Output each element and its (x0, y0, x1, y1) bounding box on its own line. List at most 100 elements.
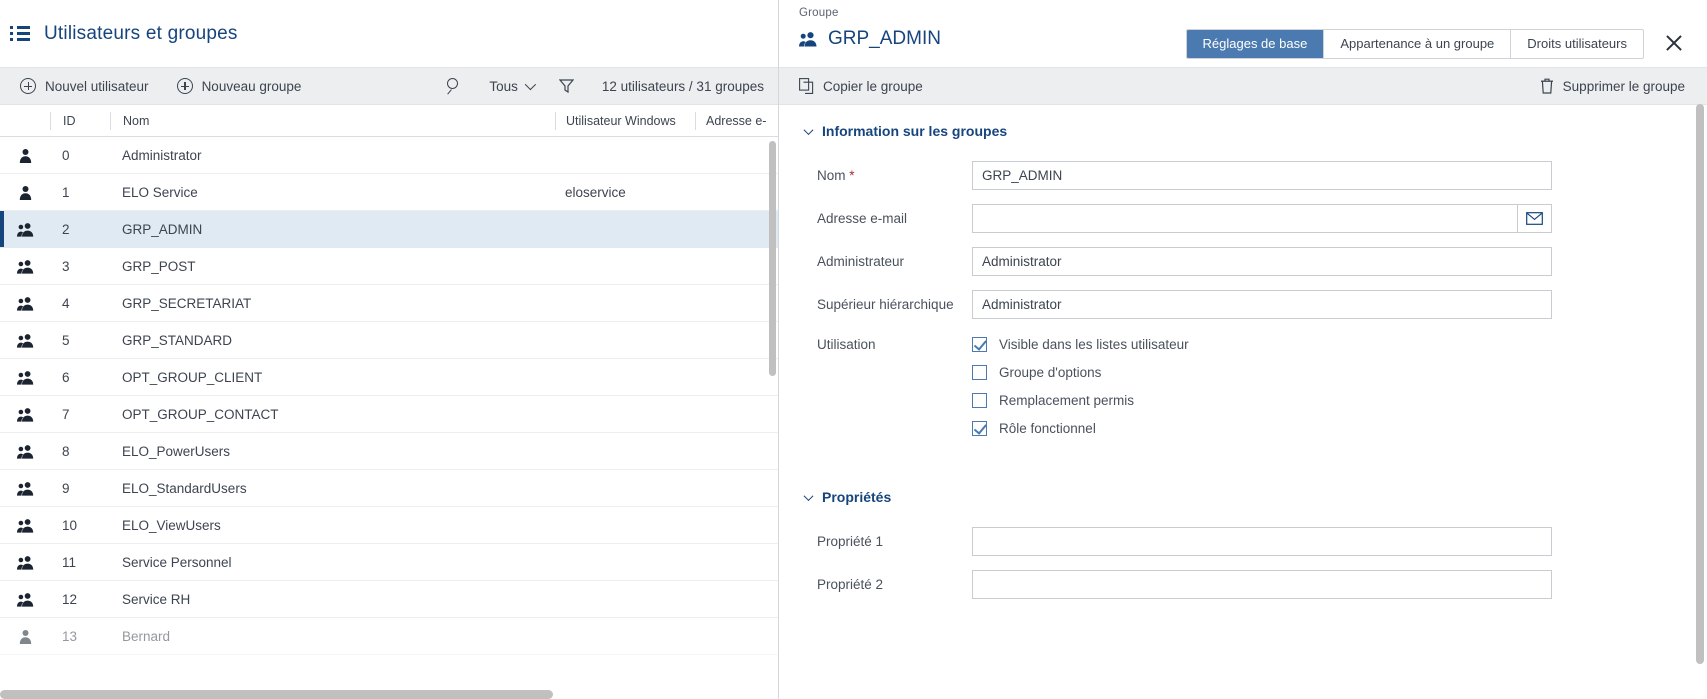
cell-name: ELO Service (122, 184, 198, 200)
row-type-icon (0, 481, 50, 496)
group-icon (16, 370, 33, 385)
chevron-down-icon (524, 78, 536, 91)
table-row[interactable]: 1 ELO Service eloservice (0, 174, 778, 211)
detail-toolbar: Copier le groupe Supprimer le groupe (779, 67, 1707, 105)
cell-id: 10 (62, 517, 78, 533)
copy-group-label: Copier le groupe (823, 78, 923, 94)
field-input[interactable] (972, 570, 1552, 599)
row-type-icon (0, 444, 50, 459)
table-row[interactable]: 8 ELO_PowerUsers (0, 433, 778, 470)
chevron-down-icon (803, 124, 814, 135)
checkbox[interactable] (972, 393, 987, 408)
section-title: Propriétés (822, 489, 892, 505)
field-input[interactable] (972, 290, 1552, 319)
cell-id: 9 (62, 480, 70, 496)
detail-form: Information sur les groupes Nom * Adresse … (779, 105, 1707, 699)
checkbox-item[interactable]: Remplacement permis (972, 393, 1189, 408)
table-row[interactable]: 12 Service RH (0, 581, 778, 618)
field-input[interactable] (972, 527, 1552, 556)
cell-id: 12 (62, 591, 78, 607)
cell-name: GRP_POST (122, 258, 196, 274)
cell-id: 7 (62, 406, 70, 422)
cell-id: 2 (62, 221, 70, 237)
table-row[interactable]: 11 Service Personnel (0, 544, 778, 581)
column-header-email[interactable]: Adresse e- (695, 111, 775, 130)
filter-button[interactable] (545, 68, 588, 104)
users-groups-panel: Utilisateurs et groupes Nouvel utilisate… (0, 0, 779, 699)
column-header-icon[interactable] (0, 112, 50, 130)
cell-name: Administrator (122, 147, 202, 163)
table-row[interactable]: 4 GRP_SECRETARIAT (0, 285, 778, 322)
left-horizontal-scrollbar[interactable] (0, 690, 770, 699)
checkbox-label: Remplacement permis (999, 393, 1135, 408)
section-title: Information sur les groupes (822, 123, 1008, 139)
form-row: Nom * (779, 161, 1707, 190)
table-row[interactable]: 7 OPT_GROUP_CONTACT (0, 396, 778, 433)
table-body: 0 Administrator 1 ELO Service eloservice 2 GRP… (0, 137, 778, 699)
envelope-icon (1526, 212, 1543, 225)
list-icon[interactable] (10, 23, 32, 45)
email-action-button[interactable] (1517, 204, 1552, 233)
table-row[interactable]: 9 ELO_StandardUsers (0, 470, 778, 507)
checkbox[interactable] (972, 421, 987, 436)
tab-2[interactable]: Appartenance à un groupe (1323, 30, 1510, 58)
delete-group-button[interactable]: Supprimer le groupe (1526, 68, 1707, 104)
checkbox-group-row: Utilisation Visible dans les listes utili… (779, 337, 1707, 449)
checkbox-list: Visible dans les listes utilisateur Group… (972, 337, 1189, 449)
table-row[interactable]: 2 GRP_ADMIN (0, 211, 778, 248)
field-input[interactable] (972, 161, 1552, 190)
record-count: 12 utilisateurs / 31 groupes (601, 78, 764, 94)
form-row: Administrateur (779, 247, 1707, 276)
checkbox-item[interactable]: Visible dans les listes utilisateur (972, 337, 1189, 352)
cell-name: OPT_GROUP_CLIENT (122, 369, 263, 385)
group-icon (16, 222, 33, 237)
search-button[interactable] (432, 68, 477, 104)
tab-1[interactable]: Réglages de base (1186, 30, 1324, 58)
checkbox-label: Rôle fonctionnel (999, 421, 1096, 436)
checkbox[interactable] (972, 337, 987, 352)
table-row[interactable]: 13 Bernard (0, 618, 778, 655)
table-row[interactable]: 0 Administrator (0, 137, 778, 174)
scrollbar-thumb[interactable] (769, 141, 776, 376)
left-toolbar: Nouvel utilisateur Nouveau groupe Tous 1… (0, 67, 778, 105)
cell-id: 6 (62, 369, 70, 385)
group-detail-panel: Groupe GRP_ADMIN Réglages de base Apparte… (779, 0, 1707, 699)
scrollbar-thumb[interactable] (0, 690, 553, 699)
close-icon[interactable] (1663, 32, 1685, 54)
table-row[interactable]: 6 OPT_GROUP_CLIENT (0, 359, 778, 396)
scrollbar-thumb[interactable] (1696, 104, 1704, 664)
copy-group-button[interactable]: Copier le groupe (779, 68, 937, 104)
section-header[interactable]: Information sur les groupes (779, 123, 1707, 139)
copy-icon (799, 78, 814, 94)
cell-id: 0 (62, 147, 70, 163)
cell-name: ELO_PowerUsers (122, 443, 231, 459)
cell-id: 5 (62, 332, 70, 348)
row-type-icon (0, 407, 50, 422)
right-vertical-scrollbar[interactable] (1696, 104, 1704, 690)
table-row[interactable]: 10 ELO_ViewUsers (0, 507, 778, 544)
table-row[interactable]: 3 GRP_POST (0, 248, 778, 285)
checkbox-item[interactable]: Rôle fonctionnel (972, 421, 1189, 436)
table-header-row: ID Nom Utilisateur Windows Adresse e- (0, 105, 778, 137)
filter-select[interactable]: Tous (477, 79, 545, 94)
new-group-button[interactable]: Nouveau groupe (163, 68, 316, 104)
cell-name: ELO_ViewUsers (122, 517, 221, 533)
table-row[interactable]: 5 GRP_STANDARD (0, 322, 778, 359)
checkbox-label: Groupe d'options (999, 365, 1102, 380)
column-header-id[interactable]: ID (50, 111, 110, 130)
checkbox[interactable] (972, 365, 987, 380)
field-input[interactable] (972, 247, 1552, 276)
column-header-name[interactable]: Nom (110, 111, 555, 130)
tab-3[interactable]: Droits utilisateurs (1510, 30, 1643, 58)
email-field[interactable] (972, 204, 1517, 233)
form-row: Propriété 2 (779, 570, 1707, 599)
group-icon (16, 518, 33, 533)
section-header[interactable]: Propriétés (779, 489, 1707, 505)
entity-name: GRP_ADMIN (828, 28, 941, 49)
left-vertical-scrollbar[interactable] (769, 141, 776, 699)
group-icon (16, 481, 33, 496)
new-user-button[interactable]: Nouvel utilisateur (0, 68, 163, 104)
checkbox-item[interactable]: Groupe d'options (972, 365, 1189, 380)
left-panel-header: Utilisateurs et groupes (0, 0, 778, 67)
column-header-windows-user[interactable]: Utilisateur Windows (555, 111, 695, 130)
